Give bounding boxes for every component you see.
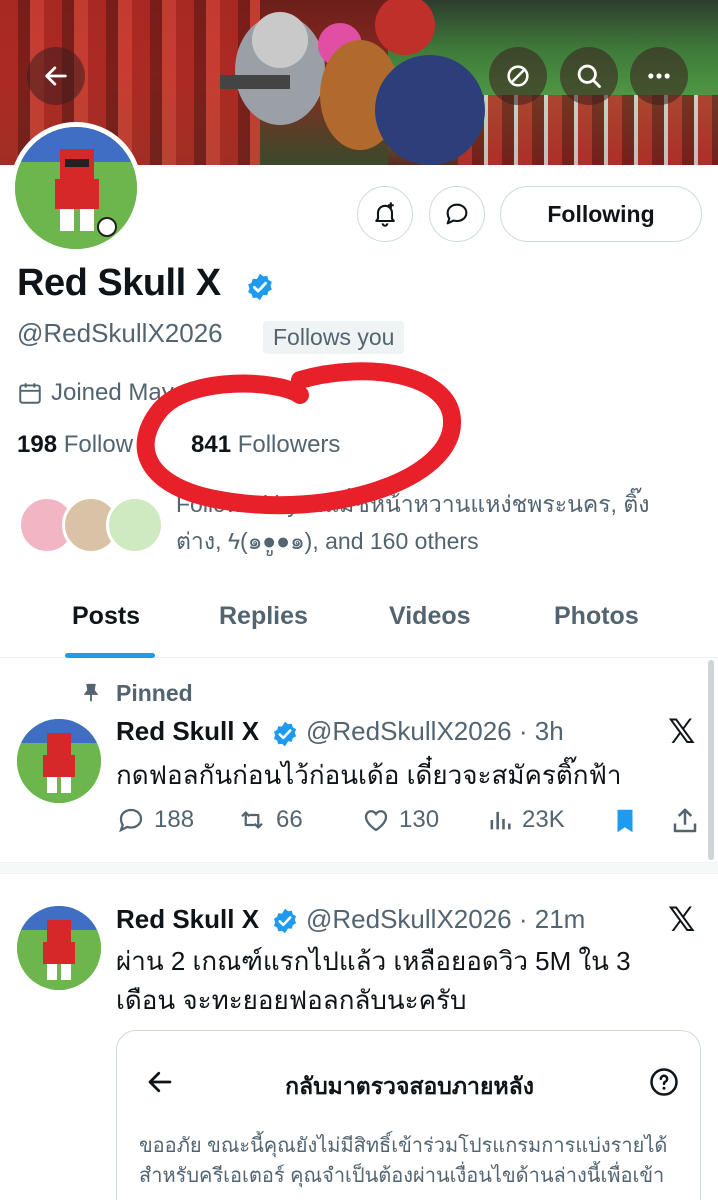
post-actions: 188 66 130 23K (116, 805, 706, 845)
heart-icon (364, 810, 388, 832)
profile-tabs: Posts Replies Videos Photos (0, 596, 718, 658)
bell-plus-icon (375, 202, 395, 227)
active-tab-indicator (65, 653, 155, 658)
following-button[interactable]: Following (500, 186, 702, 242)
pixel-player-avatar (17, 719, 101, 803)
tab-videos[interactable]: Videos (389, 602, 471, 631)
followed-by-line1: Followed by ...แม่๊ชหน้าหวานแหง่ชพระนคร,… (176, 491, 650, 517)
more-icon (648, 73, 670, 79)
more-button[interactable] (630, 47, 688, 105)
bookmark-icon[interactable] (610, 805, 640, 837)
post-author-name[interactable]: Red Skull X (116, 904, 259, 935)
embedded-screenshot-card[interactable]: กลับมาตรวจสอบภายหลัง ขออภัย ขณะนี้คุณยัง… (116, 1030, 701, 1200)
message-button[interactable] (429, 186, 485, 242)
post-avatar[interactable] (17, 906, 101, 990)
notify-button[interactable] (357, 186, 413, 242)
post-text-line1: ผ่าน 2 เกณฑ์แรกไปแล้ว เหลือยอดวิว 5M ใน … (116, 946, 631, 976)
followers-stat[interactable]: 841 Followers (191, 431, 340, 459)
repost-count: 66 (276, 806, 303, 833)
banner-cartoon-characters (220, 0, 485, 165)
view-count: 23K (522, 806, 565, 833)
follow-stats: 198 Follow 841 Followers (17, 431, 340, 459)
follows-you-badge: Follows you (263, 321, 405, 354)
card-body-line1: ขออภัย ขณะนี้คุณยังไม่มีสิทธิ์เข้าร่วมโป… (139, 1135, 668, 1157)
followers-count: 841 (191, 431, 232, 458)
followed-by-line2: ต่าง, ϟ(๑●ູ●๑), and 160 others (176, 527, 479, 554)
link-off-icon (507, 65, 529, 87)
card-body: ขออภัย ขณะนี้คุณยังไม่มีสิทธิ์เข้าร่วมโป… (139, 1131, 684, 1191)
help-icon (650, 1068, 678, 1096)
following-count: 198 (17, 431, 58, 458)
x-logo-icon: 𝕏 (668, 712, 696, 752)
post-text: ผ่าน 2 เกณฑ์แรกไปแล้ว เหลือยอดวิว 5M ใน … (116, 942, 676, 1020)
verified-badge-icon (273, 721, 297, 747)
pinned-label: Pinned (116, 680, 193, 706)
calendar-icon (19, 383, 41, 404)
arrow-left-icon (45, 66, 67, 86)
following-label: Follow (63, 431, 134, 458)
post-handle-time: @RedSkullX2026 · 21m (306, 904, 586, 934)
back-button[interactable] (27, 47, 85, 105)
pixel-player-avatar (15, 127, 137, 249)
profile-name: Red Skull X (17, 262, 221, 304)
like-count: 130 (399, 806, 440, 833)
search-icon (577, 64, 601, 88)
pin-icon (83, 683, 99, 702)
x-logo-icon: 𝕏 (668, 900, 696, 940)
joined-date: Joined May (17, 379, 174, 407)
joined-label: Joined May (51, 379, 174, 406)
like-button[interactable]: 130 (361, 805, 439, 835)
repost-icon (241, 811, 263, 829)
card-body-line2: สำหรับครีเอเตอร์ คุณจำเป็นต้องผ่านเงื่อน… (139, 1165, 665, 1187)
views-button[interactable]: 23K (486, 805, 565, 835)
notification-off-button[interactable] (489, 47, 547, 105)
verified-badge-icon (273, 908, 297, 934)
followed-by-avatars[interactable] (18, 496, 168, 554)
post-author-name[interactable]: Red Skull X (116, 716, 259, 747)
verified-badge-icon[interactable] (245, 272, 275, 302)
tab-replies[interactable]: Replies (219, 602, 308, 631)
card-title: กลับมาตรวจสอบภายหลัง (285, 1073, 534, 1099)
reply-count: 188 (154, 806, 195, 833)
avatar (106, 496, 164, 554)
views-bar-icon (490, 811, 511, 830)
pixel-player-avatar (17, 906, 101, 990)
post-avatar[interactable] (17, 719, 101, 803)
post-text-line2: เดือน จะทะยอยฟอลกลับนะครับ (116, 985, 467, 1015)
post-divider (0, 862, 718, 874)
share-icon[interactable] (670, 805, 700, 837)
chat-bubble-icon (446, 203, 468, 225)
search-button[interactable] (560, 47, 618, 105)
post-text: กดฟอลกันก่อนไว้ก่อนเด้อ เดี๋ยวจะสมัครติ๊… (116, 760, 622, 790)
repost-button[interactable]: 66 (236, 805, 303, 835)
reply-icon (119, 808, 143, 833)
profile-handle: @RedSkullX2026 (17, 318, 223, 348)
tab-photos[interactable]: Photos (554, 602, 639, 631)
following-stat[interactable]: 198 Follow (17, 431, 133, 458)
scrollbar[interactable] (708, 660, 714, 860)
tab-posts[interactable]: Posts (72, 602, 140, 631)
reply-button[interactable]: 188 (116, 805, 194, 835)
post-handle-time: @RedSkullX2026 · 3h (306, 716, 564, 746)
followed-by-text[interactable]: Followed by ...แม่๊ชหน้าหวานแหง่ชพระนคร,… (176, 486, 706, 560)
followers-label: Followers (237, 431, 341, 458)
profile-avatar[interactable] (10, 122, 142, 254)
